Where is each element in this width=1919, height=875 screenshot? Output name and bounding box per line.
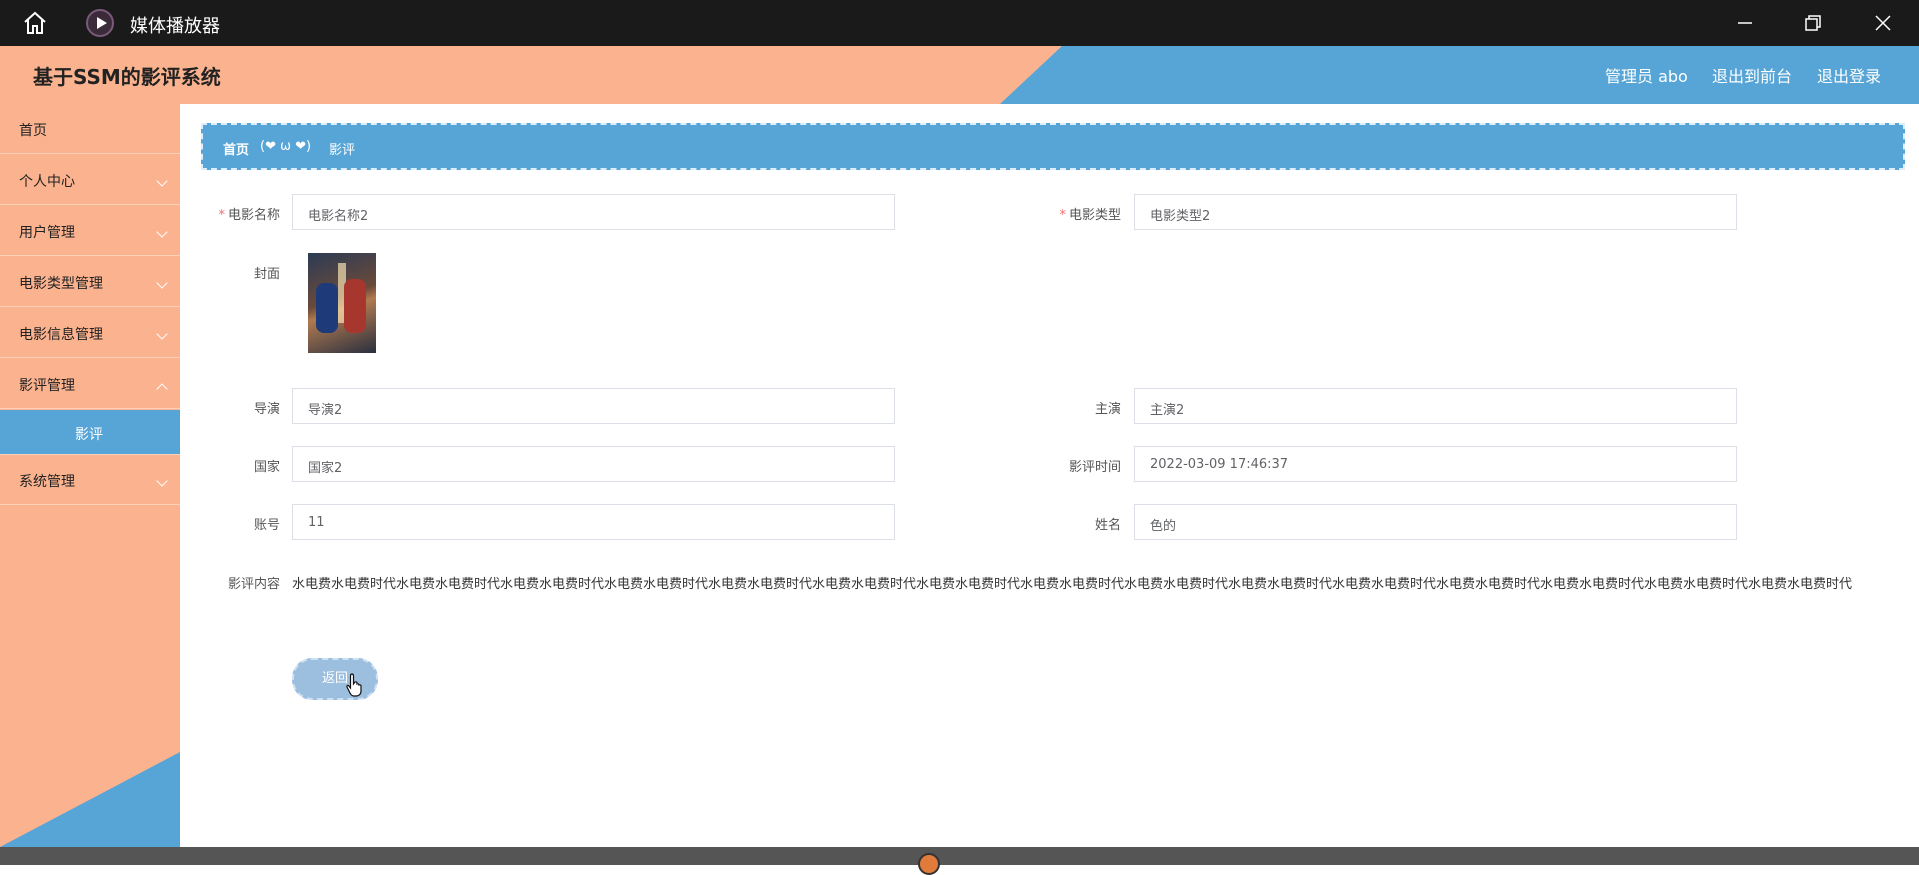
app-header: 基于SSM的影评系统 管理员 abo 退出到前台 退出登录 [0,46,1919,104]
sidebar-item-label: 系统管理 [19,474,75,490]
required-marker: * [218,208,225,223]
sidebar-item-review[interactable]: 影评 [0,410,180,455]
breadcrumb: 首页 (❤ ω ❤) 影评 [201,123,1905,170]
sidebar-item-label: 电影信息管理 [19,327,103,343]
media-player-icon [86,9,114,37]
chevron-up-icon [156,383,168,395]
sidebar: 首页 个人中心 用户管理 电影类型管理 电影信息管理 影评管理 影评 系统管理 [0,104,180,847]
system-title: 基于SSM的影评系统 [33,65,221,89]
movie-name-field[interactable]: 电影名称2 [292,194,895,230]
minimize-icon[interactable] [1732,10,1758,36]
movie-name-label: * 电影名称 [218,208,280,223]
movie-type-field[interactable]: 电影类型2 [1134,194,1737,230]
sidebar-item-movie-type-management[interactable]: 电影类型管理 [0,257,180,307]
admin-user-link[interactable]: 管理员 abo [1605,63,1688,87]
sidebar-item-label: 个人中心 [19,174,75,190]
sidebar-item-label: 电影类型管理 [19,276,103,292]
breadcrumb-current: 影评 [329,143,356,158]
sidebar-item-label: 首页 [19,123,47,139]
logout-link[interactable]: 退出登录 [1817,63,1881,87]
sidebar-item-label: 用户管理 [19,225,75,241]
breadcrumb-home[interactable]: 首页 [223,139,249,158]
chevron-down-icon [156,277,168,289]
chevron-down-icon [156,328,168,340]
seek-handle[interactable] [918,853,940,875]
required-marker: * [1059,208,1066,223]
hand-cursor-icon [346,673,362,697]
sidebar-item-system-management[interactable]: 系统管理 [0,455,180,505]
sidebar-item-label: 影评管理 [19,378,75,394]
account-label: 账号 [253,518,280,533]
director-label: 导演 [253,402,280,417]
country-label: 国家 [253,460,280,475]
breadcrumb-separator: (❤ ω ❤) [260,139,312,154]
close-icon[interactable] [1870,10,1896,36]
director-field[interactable]: 导演2 [292,388,895,424]
name-field[interactable]: 色的 [1134,504,1737,540]
chevron-down-icon [156,226,168,238]
review-content-label: 影评内容 [227,577,280,592]
sidebar-item-movie-info-management[interactable]: 电影信息管理 [0,308,180,358]
sidebar-item-personal-center[interactable]: 个人中心 [0,155,180,205]
movie-type-label: * 电影类型 [1059,208,1121,223]
cover-label: 封面 [253,267,280,282]
review-content: 水电费水电费时代水电费水电费时代水电费水电费时代水电费水电费时代水电费水电费时代… [292,577,1853,592]
sidebar-item-user-management[interactable]: 用户管理 [0,206,180,256]
sidebar-item-home[interactable]: 首页 [0,104,180,154]
actor-label: 主演 [1094,402,1121,417]
sidebar-item-review-management[interactable]: 影评管理 [0,359,180,409]
sidebar-item-label: 影评 [75,427,103,443]
player-bottom-bar [0,847,1919,875]
movie-cover-image[interactable] [308,253,376,353]
country-field[interactable]: 国家2 [292,446,895,482]
exit-to-front-link[interactable]: 退出到前台 [1712,63,1792,87]
review-time-label: 影评时间 [1068,460,1121,475]
restore-icon[interactable] [1800,10,1826,36]
review-time-field[interactable]: 2022-03-09 17:46:37 [1134,446,1737,482]
account-field[interactable]: 11 [292,504,895,540]
home-icon[interactable] [22,10,48,36]
chevron-down-icon [156,475,168,487]
window-titlebar: 媒体播放器 [0,0,1919,46]
actor-field[interactable]: 主演2 [1134,388,1737,424]
chevron-down-icon [156,175,168,187]
name-label: 姓名 [1094,518,1121,533]
window-title: 媒体播放器 [130,16,220,37]
